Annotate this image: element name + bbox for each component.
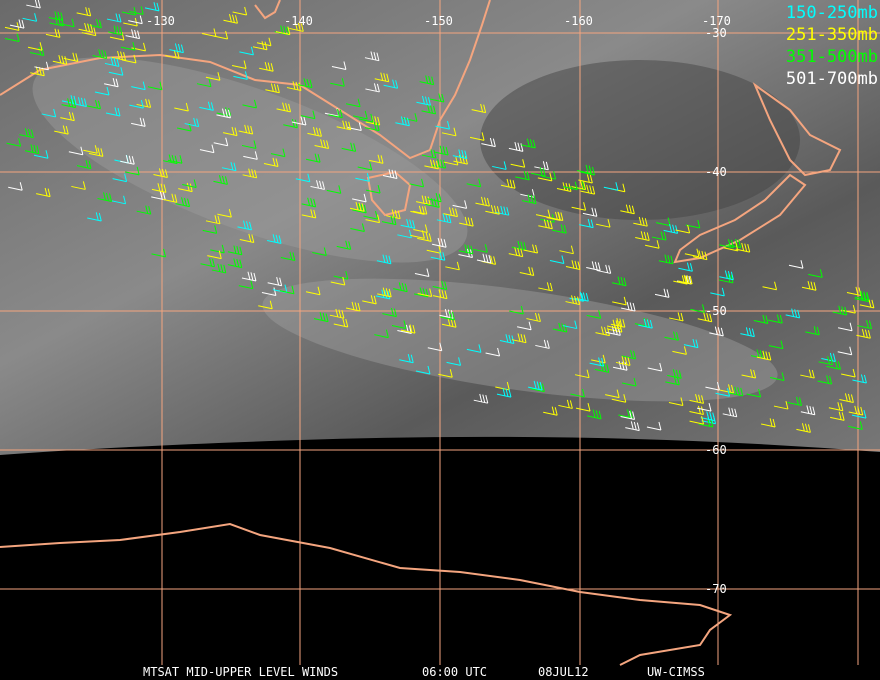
product-title: MTSAT MID-UPPER LEVEL WINDS (143, 665, 339, 679)
pressure-legend: 150-250mb 251-350mb 351-500mb 501-700mb (786, 2, 878, 90)
longitude-label: -130 (146, 14, 175, 28)
caption-bar: MTSAT MID-UPPER LEVEL WINDS 06:00 UTC 08… (0, 665, 880, 679)
latitude-label: -70 (705, 582, 727, 596)
coast-antarctica (0, 522, 733, 666)
longitude-label: -140 (284, 14, 313, 28)
longitude-label: -160 (564, 14, 593, 28)
latitude-label: -60 (705, 443, 727, 457)
satellite-wind-map: -130 -140 -150 -160 -170 -30 -40 -50 -60 -70 150… (0, 0, 880, 680)
map-canvas (0, 0, 880, 666)
latitude-label: -40 (705, 165, 727, 179)
legend-item-351-500: 351-500mb (785, 47, 878, 67)
legend-item-501-700: 501-700mb (785, 69, 878, 89)
date-label: 08JUL12 (538, 665, 589, 679)
time-label: 06:00 UTC (422, 665, 488, 679)
legend-item-150-250: 150-250mb (785, 3, 878, 23)
source-label: UW-CIMSS (647, 665, 705, 679)
latitude-label: -30 (705, 26, 727, 40)
latitude-label: -50 (705, 304, 727, 318)
legend-item-251-350: 251-350mb (785, 25, 878, 45)
longitude-label: -150 (424, 14, 453, 28)
